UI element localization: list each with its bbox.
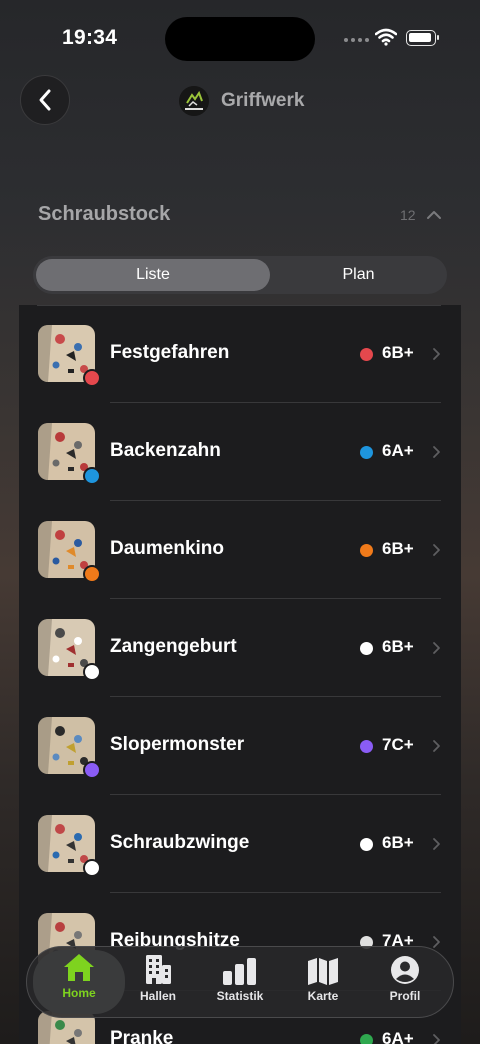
grade-color-dot [360,1034,373,1044]
gym-name: Griffwerk [221,90,305,111]
route-grade: 6B+ [382,539,414,558]
bar-chart-icon [200,953,280,985]
route-grade: 6A+ [382,1029,414,1044]
view-toggle: Liste Plan [33,256,447,294]
tab-bar: Home Hallen Statistik Karte Profil [26,946,454,1018]
route-grade: 7C+ [382,735,414,754]
route-name: Daumenkino [110,538,225,559]
dynamic-island [165,17,315,61]
grade-color-dot [360,740,373,753]
person-circle-icon [365,953,445,985]
cellular-signal-icon [344,38,369,42]
chevron-right-icon [432,641,441,660]
route-row[interactable]: Daumenkino 6B+ [19,501,461,599]
grade-color-dot [360,838,373,851]
route-grade: 6B+ [382,343,414,362]
tab-karte-label: Karte [307,989,339,1003]
route-row[interactable]: Backenzahn 6A+ [19,403,461,501]
chevron-right-icon [432,543,441,562]
route-color-dot [83,859,101,877]
status-bar: 19:34 [0,0,480,80]
grade-color-dot [360,642,373,655]
tab-statistik-label: Statistik [216,989,264,1003]
tab-home[interactable]: Home [33,950,125,1014]
route-name: Schraubzwinge [110,832,250,853]
route-row[interactable]: Slopermonster 7C+ [19,697,461,795]
route-color-dot [83,565,101,583]
tab-hallen-label: Hallen [139,989,176,1003]
route-color-dot [83,467,101,485]
battery-icon [406,30,439,46]
tab-profil-label: Profil [389,989,421,1003]
route-row[interactable]: Schraubzwinge 6B+ [19,795,461,893]
tab-home-label: Home [62,986,96,1000]
chevron-right-icon [432,739,441,758]
grade-color-dot [360,446,373,459]
route-grade: 6B+ [382,833,414,852]
tab-hallen[interactable]: Hallen [118,953,198,1011]
chevron-right-icon [432,347,441,366]
tab-profil[interactable]: Profil [365,953,445,1011]
section-title: Schraubstock [38,203,171,225]
route-row[interactable]: Festgefahren 6B+ [19,305,461,403]
chevron-up-icon[interactable] [426,208,442,226]
route-count: 12 [400,207,416,223]
route-list: Festgefahren 6B+ Backenzahn 6A+ Daumenki… [19,305,461,1044]
route-grade: 6B+ [382,637,414,656]
route-name: Zangengeburt [110,636,237,657]
back-button[interactable] [20,75,70,125]
segment-list[interactable]: Liste [36,259,270,291]
chevron-right-icon [432,1033,441,1044]
route-color-dot [83,761,101,779]
segment-plan[interactable]: Plan [273,259,444,291]
route-name: Backenzahn [110,440,221,461]
route-name: Festgefahren [110,342,230,363]
tab-karte[interactable]: Karte [283,953,363,1011]
route-name: Slopermonster [110,734,245,755]
route-name: Pranke [110,1028,174,1044]
house-icon [33,950,125,982]
map-icon [283,953,363,985]
route-row[interactable]: Zangengeburt 6B+ [19,599,461,697]
route-color-dot [83,369,101,387]
route-color-dot [83,663,101,681]
status-time: 19:34 [62,26,118,49]
chevron-left-icon [39,89,51,111]
grade-color-dot [360,544,373,557]
building-icon [118,953,198,985]
tab-statistik[interactable]: Statistik [200,953,280,1011]
chevron-right-icon [432,837,441,856]
grade-color-dot [360,348,373,361]
chevron-right-icon [432,445,441,464]
wifi-icon [374,28,398,51]
gym-logo [179,86,209,116]
route-grade: 6A+ [382,441,414,460]
